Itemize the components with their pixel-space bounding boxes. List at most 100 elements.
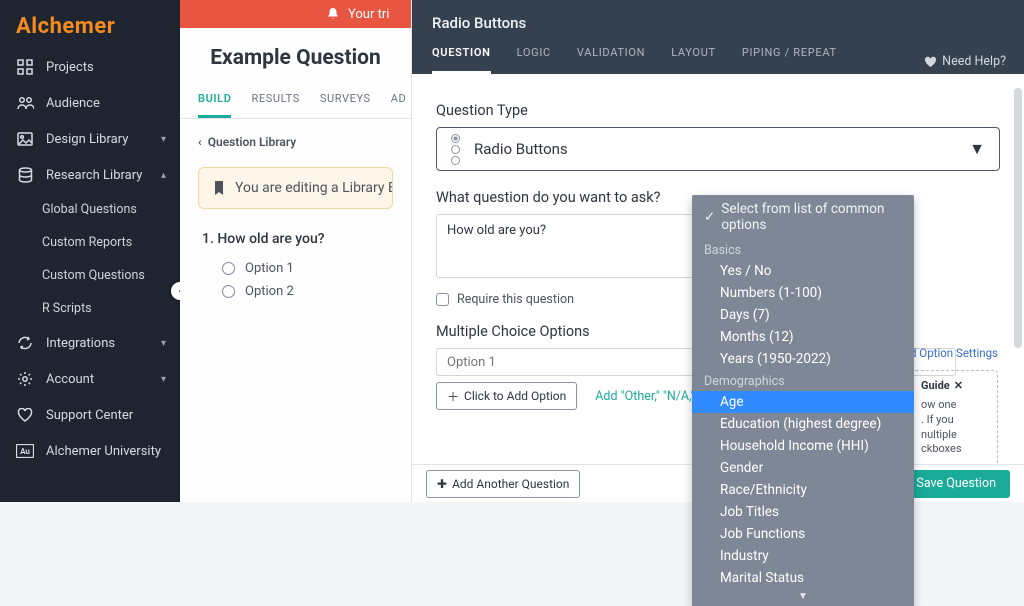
sidebar-label: Account: [46, 372, 94, 387]
page-title: Example Question: [180, 28, 411, 92]
sidebar-item-university[interactable]: Au Alchemer University: [0, 433, 180, 469]
add-another-question-button[interactable]: ✚ Add Another Question: [426, 470, 580, 498]
tab-surveys[interactable]: SURVEYS: [320, 92, 371, 118]
need-help-label: Need Help?: [942, 54, 1006, 69]
audience-icon: [16, 94, 34, 112]
advanced-option-settings-link[interactable]: ed Option Settings: [904, 346, 998, 360]
panel-tab-question[interactable]: QUESTION: [432, 46, 491, 74]
preview-option-2[interactable]: Option 2: [202, 280, 389, 303]
tab-results[interactable]: RESULTS: [251, 92, 299, 118]
sidebar: Alchemer Projects Audience Design Librar…: [0, 0, 180, 502]
plus-icon: ＋: [447, 388, 459, 405]
image-icon: [16, 130, 34, 148]
question-type-label: Question Type: [436, 102, 1000, 119]
question-preview: 1. How old are you? Option 1 Option 2: [180, 209, 411, 303]
sidebar-item-projects[interactable]: Projects: [0, 49, 180, 85]
radio-icon: [222, 285, 235, 298]
sidebar-sub-global-questions[interactable]: Global Questions: [0, 193, 180, 226]
chevron-down-icon: ▼: [969, 139, 985, 159]
bookmark-icon: [213, 181, 225, 195]
guide-line: ow one: [921, 398, 993, 413]
sidebar-item-audience[interactable]: Audience: [0, 85, 180, 121]
dropdown-item-days[interactable]: Days (7): [692, 304, 914, 326]
dropdown-item-industry[interactable]: Industry: [692, 545, 914, 567]
tab-build[interactable]: BUILD: [198, 92, 231, 118]
dropdown-header-text: Select from list of common options: [721, 201, 902, 233]
sidebar-item-support[interactable]: Support Center: [0, 397, 180, 433]
sidebar-label: Research Library: [46, 168, 142, 183]
sidebar-label: Support Center: [46, 408, 133, 423]
dropdown-item-months[interactable]: Months (12): [692, 326, 914, 348]
chevron-left-icon: ‹: [198, 135, 202, 149]
question-text-input[interactable]: How old are you?: [436, 214, 694, 278]
dropdown-item-years[interactable]: Years (1950-2022): [692, 348, 914, 370]
dropdown-item-numbers[interactable]: Numbers (1-100): [692, 282, 914, 304]
panel-tabs: QUESTION LOGIC VALIDATION LAYOUT PIPING …: [432, 46, 1004, 74]
option-label: Option 1: [245, 261, 294, 276]
add-option-button[interactable]: ＋ Click to Add Option: [436, 382, 577, 410]
option-1-input[interactable]: [436, 348, 694, 376]
need-help-link[interactable]: Need Help?: [924, 54, 1006, 69]
dropdown-more-indicator[interactable]: ▼: [692, 589, 914, 606]
dropdown-item-gender[interactable]: Gender: [692, 457, 914, 479]
guide-card: Guide ✕ ow one . If you nultiple ckboxes: [912, 370, 998, 466]
question-type-select[interactable]: Radio Buttons ▼: [436, 127, 1000, 171]
guide-line: nultiple: [921, 428, 993, 443]
add-another-label: Add Another Question: [452, 477, 569, 491]
option-label: Option 2: [245, 284, 294, 299]
dropdown-item-education[interactable]: Education (highest degree): [692, 413, 914, 435]
guide-line: ckboxes: [921, 442, 993, 457]
sidebar-label: Projects: [46, 60, 94, 75]
dropdown-item-age[interactable]: Age: [692, 391, 914, 413]
breadcrumb-label: Question Library: [208, 135, 297, 149]
dropdown-item-job-titles[interactable]: Job Titles: [692, 501, 914, 523]
require-label: Require this question: [457, 292, 574, 307]
panel-tab-validation[interactable]: VALIDATION: [577, 46, 645, 74]
sidebar-item-research-library[interactable]: Research Library ▴: [0, 157, 180, 193]
dropdown-item-job-functions[interactable]: Job Functions: [692, 523, 914, 545]
sidebar-sub-custom-questions[interactable]: Custom Questions: [0, 259, 180, 292]
radio-icon: [222, 262, 235, 275]
guide-title-text: Guide: [921, 379, 950, 394]
panel-tab-piping[interactable]: PIPING / REPEAT: [742, 46, 837, 74]
breadcrumb-back[interactable]: ‹ Question Library: [180, 119, 411, 159]
chevron-down-icon: ▾: [161, 374, 166, 385]
panel-tab-logic[interactable]: LOGIC: [517, 46, 551, 74]
bell-icon: [326, 7, 340, 21]
main-column: Your tri Example Question BUILD RESULTS …: [180, 0, 412, 502]
trial-banner: Your tri: [180, 0, 411, 28]
question-text: 1. How old are you?: [202, 231, 389, 247]
au-badge-icon: Au: [16, 442, 34, 460]
sidebar-label: Integrations: [46, 336, 115, 351]
sidebar-item-integrations[interactable]: Integrations ▾: [0, 325, 180, 361]
sidebar-label: Design Library: [46, 132, 128, 147]
panel-tab-layout[interactable]: LAYOUT: [671, 46, 716, 74]
save-question-button[interactable]: Save Question: [902, 470, 1010, 498]
tab-advanced[interactable]: AD: [391, 92, 407, 118]
sidebar-label: Alchemer University: [46, 444, 161, 459]
checkbox-icon[interactable]: [436, 293, 449, 306]
preview-option-1[interactable]: Option 1: [202, 257, 389, 280]
sidebar-sub-custom-reports[interactable]: Custom Reports: [0, 226, 180, 259]
dropdown-item-income[interactable]: Household Income (HHI): [692, 435, 914, 457]
builder-tabs: BUILD RESULTS SURVEYS AD: [180, 92, 411, 119]
dropdown-group-basics: Basics: [692, 239, 914, 260]
common-options-dropdown[interactable]: ✓ Select from list of common options Bas…: [692, 195, 914, 606]
panel-header: Radio Buttons QUESTION LOGIC VALIDATION …: [412, 0, 1024, 74]
sidebar-sub-r-scripts[interactable]: R Scripts: [0, 292, 180, 325]
brand-name: Alchemer: [16, 14, 115, 39]
dropdown-group-demographics: Demographics: [692, 370, 914, 391]
dropdown-item-yes-no[interactable]: Yes / No: [692, 260, 914, 282]
add-option-label: Click to Add Option: [464, 389, 566, 403]
database-icon: [16, 166, 34, 184]
dropdown-header: ✓ Select from list of common options: [692, 195, 914, 239]
sidebar-item-account[interactable]: Account ▾: [0, 361, 180, 397]
panel-title: Radio Buttons: [432, 14, 1004, 32]
refresh-icon: [16, 334, 34, 352]
sidebar-item-design-library[interactable]: Design Library ▾: [0, 121, 180, 157]
dropdown-item-marital[interactable]: Marital Status: [692, 567, 914, 589]
dropdown-item-race[interactable]: Race/Ethnicity: [692, 479, 914, 501]
scrollbar[interactable]: [1014, 88, 1022, 348]
heart-icon: [16, 406, 34, 424]
close-icon[interactable]: ✕: [954, 379, 963, 394]
